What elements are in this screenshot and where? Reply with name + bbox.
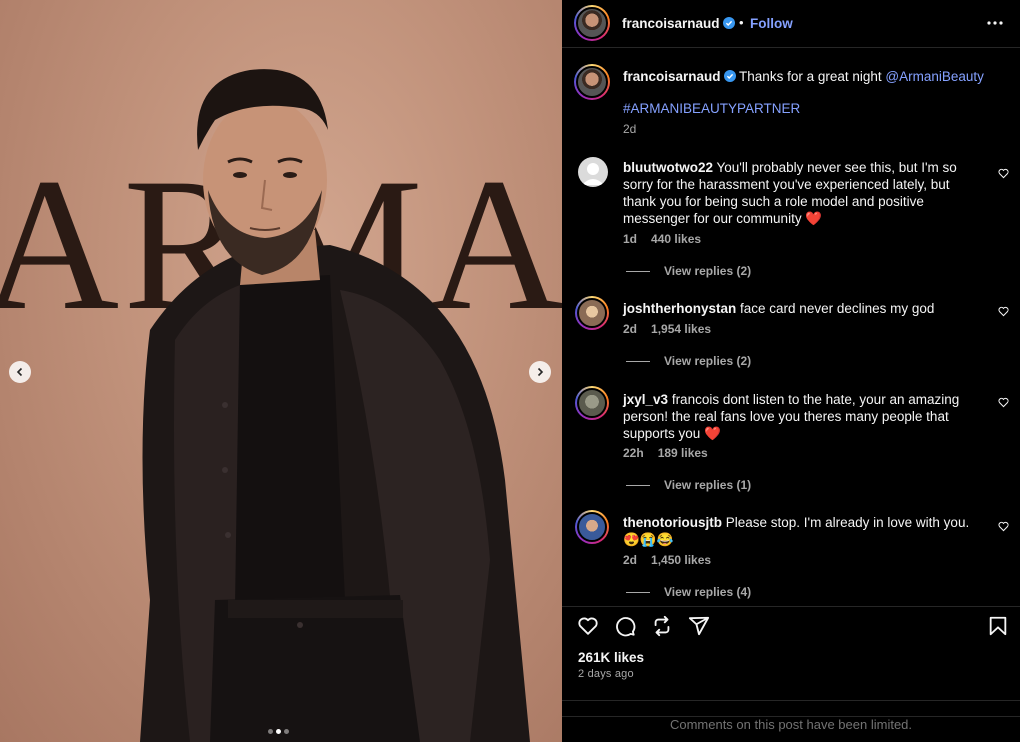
carousel-dot xyxy=(284,729,289,734)
comment-heart-icon[interactable] xyxy=(998,306,1009,317)
post-header: francoisarnaud • Follow xyxy=(562,0,1020,48)
caption-username[interactable]: francoisarnaud xyxy=(623,69,736,84)
comment-meta: 2d 1,450 likes xyxy=(623,553,711,567)
comment-meta: 22h 189 likes xyxy=(623,446,708,460)
view-replies-label: View replies (2) xyxy=(664,354,752,368)
portrait-photo xyxy=(140,69,530,742)
comment-time: 1d xyxy=(623,232,638,246)
caption-username-text: francoisarnaud xyxy=(623,69,721,84)
separator-dot: • xyxy=(739,15,744,30)
comment-time: 22h xyxy=(623,446,644,460)
verified-badge-icon xyxy=(722,17,735,29)
share-icon[interactable] xyxy=(688,615,710,637)
next-slide-button[interactable] xyxy=(529,361,551,383)
post-details-panel: francoisarnaud • Follow francoisarnaud T… xyxy=(562,0,1020,742)
follow-button[interactable]: Follow xyxy=(750,16,793,31)
view-replies-label: View replies (4) xyxy=(664,585,752,599)
repost-icon[interactable] xyxy=(651,615,673,637)
caption-text: Thanks for a great night xyxy=(739,69,886,84)
caption-time: 2d xyxy=(623,122,637,136)
commenter-avatar[interactable] xyxy=(575,296,609,330)
author-username-text: francoisarnaud xyxy=(622,16,720,31)
chevron-left-icon xyxy=(16,367,23,377)
chevron-right-icon xyxy=(537,367,544,377)
view-replies-button[interactable]: View replies (1) xyxy=(626,478,751,492)
bookmark-icon[interactable] xyxy=(987,615,1009,637)
view-replies-label: View replies (2) xyxy=(664,264,752,278)
post-likes-count[interactable]: 261K likes xyxy=(578,650,644,665)
post-timestamp: 2 days ago xyxy=(578,668,634,680)
comment-meta: 2d 1,954 likes xyxy=(623,322,711,336)
comment-heart-icon[interactable] xyxy=(998,168,1009,179)
view-replies-button[interactable]: View replies (2) xyxy=(626,354,751,368)
comment-heart-icon[interactable] xyxy=(998,521,1009,532)
comment-likes[interactable]: 1,450 likes xyxy=(651,553,711,567)
commenter-avatar[interactable] xyxy=(575,386,609,420)
comment-text: jxyl_v3 francois dont listen to the hate… xyxy=(623,391,983,442)
comment-username[interactable]: bluutwotwo22 xyxy=(623,160,713,175)
comment-likes[interactable]: 1,954 likes xyxy=(651,322,711,336)
more-options-icon[interactable] xyxy=(986,14,1004,32)
verified-badge-icon xyxy=(723,70,736,82)
comment-username[interactable]: joshtherhonystan xyxy=(623,301,736,316)
caption-avatar[interactable] xyxy=(574,64,610,100)
author-avatar[interactable] xyxy=(574,5,610,41)
view-replies-button[interactable]: View replies (2) xyxy=(626,264,751,278)
heart-icon[interactable] xyxy=(577,615,599,637)
previous-slide-button[interactable] xyxy=(9,361,31,383)
carousel-dot xyxy=(268,729,273,734)
comment-time: 2d xyxy=(623,553,638,567)
author-username[interactable]: francoisarnaud xyxy=(622,16,735,31)
commenter-avatar[interactable] xyxy=(575,510,609,544)
divider xyxy=(562,700,1020,701)
comment-text: bluutwotwo22 You'll probably never see t… xyxy=(623,159,983,227)
comment-text: thenotoriousjtb Please stop. I'm already… xyxy=(623,514,983,548)
comment-text: joshtherhonystan face card never decline… xyxy=(623,300,983,317)
view-replies-label: View replies (1) xyxy=(664,478,752,492)
comment-body: francois dont listen to the hate, your a… xyxy=(623,392,960,441)
carousel-dot-active xyxy=(276,729,281,734)
comment-username[interactable]: thenotoriousjtb xyxy=(623,515,722,530)
comment-icon[interactable] xyxy=(614,615,636,637)
comments-limited-notice: Comments on this post have been limited. xyxy=(562,716,1020,732)
comment-heart-icon[interactable] xyxy=(998,397,1009,408)
caption-mention[interactable]: @ArmaniBeauty xyxy=(885,69,984,84)
comment-likes[interactable]: 440 likes xyxy=(651,232,701,246)
commenter-avatar[interactable] xyxy=(578,157,608,187)
view-replies-button[interactable]: View replies (4) xyxy=(626,585,751,599)
carousel-dots xyxy=(268,729,289,734)
caption-hashtag[interactable]: #ARMANIBEAUTYPARTNER xyxy=(623,100,800,117)
post-media: ARMANI xyxy=(0,0,562,742)
post-action-bar xyxy=(562,606,1020,642)
comment-username[interactable]: jxyl_v3 xyxy=(623,392,668,407)
comment-body: face card never declines my god xyxy=(740,301,935,316)
comment-time: 2d xyxy=(623,322,638,336)
comment-likes[interactable]: 189 likes xyxy=(658,446,708,460)
comment-meta: 1d 440 likes xyxy=(623,232,701,246)
